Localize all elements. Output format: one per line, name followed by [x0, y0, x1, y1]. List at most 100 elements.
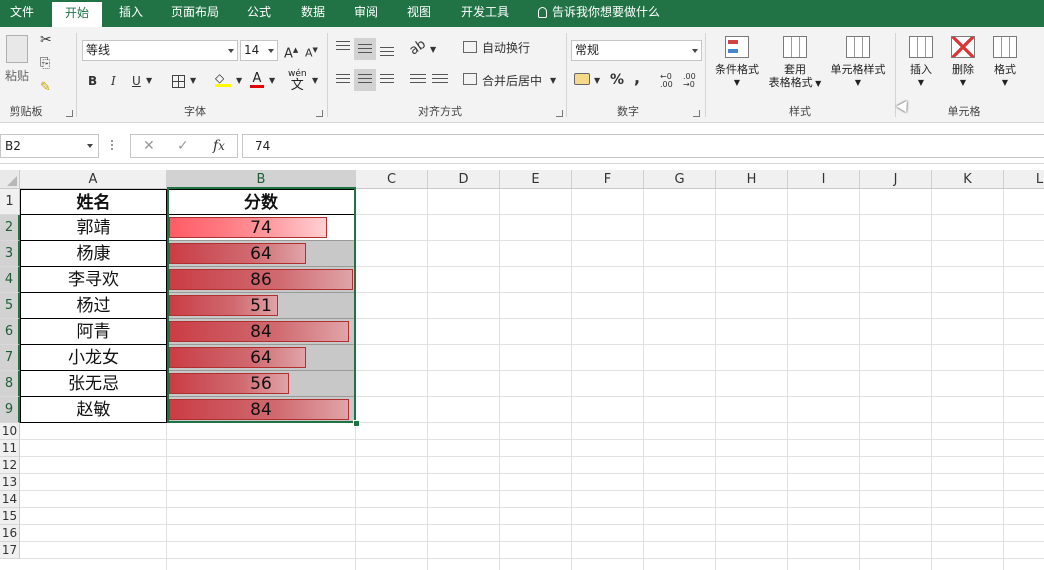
- paste-icon[interactable]: [6, 35, 28, 63]
- name-cell[interactable]: 阿青: [20, 319, 167, 345]
- row-header-8[interactable]: 8: [0, 371, 20, 397]
- font-size-select[interactable]: 14: [240, 40, 278, 61]
- name-cell[interactable]: 杨康: [20, 241, 167, 267]
- row-header-17[interactable]: 17: [0, 542, 20, 559]
- row-header-14[interactable]: 14: [0, 491, 20, 508]
- column-header-f[interactable]: F: [572, 170, 644, 189]
- tab-home[interactable]: 开始: [52, 2, 102, 27]
- name-box[interactable]: B2: [0, 134, 99, 158]
- column-header-g[interactable]: G: [644, 170, 716, 189]
- merge-center-button[interactable]: 合并后居中: [482, 72, 542, 90]
- tab-formulas[interactable]: 公式: [238, 0, 280, 27]
- align-left-icon[interactable]: [336, 74, 350, 85]
- orientation-dropdown-icon[interactable]: ▼: [430, 41, 436, 59]
- name-cell[interactable]: 小龙女: [20, 345, 167, 371]
- drag-handle-icon[interactable]: [111, 140, 113, 152]
- wrap-text-button[interactable]: 自动换行: [482, 39, 530, 57]
- align-center-icon[interactable]: [358, 74, 372, 85]
- italic-button[interactable]: I: [111, 72, 116, 90]
- fill-dropdown-icon[interactable]: ▼: [236, 72, 242, 90]
- merge-dropdown-icon[interactable]: ▼: [550, 72, 556, 90]
- copy-icon[interactable]: ⎘: [40, 55, 50, 73]
- cut-icon[interactable]: ✂: [40, 31, 52, 49]
- increase-indent-icon[interactable]: [432, 74, 448, 85]
- score-cell[interactable]: 51: [167, 293, 355, 319]
- align-top-icon[interactable]: [336, 41, 350, 51]
- insert-function-icon[interactable]: fx: [213, 138, 225, 154]
- row-header-11[interactable]: 11: [0, 440, 20, 457]
- column-header-i[interactable]: I: [788, 170, 860, 189]
- number-format-select[interactable]: 常规: [571, 40, 702, 61]
- number-launcher-icon[interactable]: [693, 110, 700, 117]
- column-header-k[interactable]: K: [932, 170, 1004, 189]
- column-header-b[interactable]: B: [167, 170, 356, 189]
- accounting-dropdown-icon[interactable]: ▼: [594, 72, 600, 90]
- tab-review[interactable]: 审阅: [344, 0, 388, 27]
- font-name-select[interactable]: 等线: [82, 40, 238, 61]
- fill-color-icon[interactable]: ◇: [215, 72, 231, 87]
- borders-icon[interactable]: [172, 75, 185, 88]
- increase-decimal-icon[interactable]: ←0.00: [660, 73, 673, 89]
- row-header-13[interactable]: 13: [0, 474, 20, 491]
- cell-styles-button[interactable]: 单元格样式 ▼: [826, 36, 890, 89]
- wrap-text-icon[interactable]: [463, 41, 477, 53]
- paste-button[interactable]: 粘贴: [5, 67, 29, 85]
- tab-data[interactable]: 数据: [291, 0, 335, 27]
- underline-button[interactable]: U: [132, 72, 141, 90]
- comma-button[interactable]: ,: [634, 69, 640, 87]
- bold-button[interactable]: B: [88, 72, 97, 90]
- row-header-12[interactable]: 12: [0, 457, 20, 474]
- format-cells-button[interactable]: 格式 ▼: [986, 36, 1024, 89]
- row-header-1[interactable]: 1: [0, 189, 20, 215]
- row-header-6[interactable]: 6: [0, 319, 20, 345]
- name-cell[interactable]: 张无忌: [20, 371, 167, 397]
- tab-developer[interactable]: 开发工具: [452, 0, 518, 27]
- align-middle-icon[interactable]: [358, 44, 372, 54]
- orientation-icon[interactable]: ab: [406, 36, 430, 60]
- column-header-a[interactable]: A: [20, 170, 167, 189]
- score-cell[interactable]: 64: [167, 241, 355, 267]
- score-cell[interactable]: 64: [167, 345, 355, 371]
- row-header-9[interactable]: 9: [0, 397, 20, 423]
- percent-button[interactable]: %: [610, 71, 624, 89]
- phonetic-dropdown-icon[interactable]: ▼: [312, 72, 318, 90]
- header-cell-name[interactable]: 姓名: [20, 189, 167, 215]
- align-right-icon[interactable]: [380, 74, 394, 85]
- header-cell-score[interactable]: 分数: [167, 189, 356, 215]
- select-all-corner[interactable]: [0, 170, 20, 189]
- enter-icon[interactable]: ✓: [177, 138, 189, 154]
- row-header-7[interactable]: 7: [0, 345, 20, 371]
- cancel-icon[interactable]: ✕: [143, 138, 155, 154]
- font-color-icon[interactable]: A: [250, 72, 264, 89]
- fill-handle[interactable]: [353, 420, 360, 427]
- accounting-icon[interactable]: [574, 73, 590, 85]
- column-header-j[interactable]: J: [860, 170, 932, 189]
- merge-center-icon[interactable]: [463, 73, 477, 85]
- column-header-h[interactable]: H: [716, 170, 788, 189]
- tab-page-layout[interactable]: 页面布局: [160, 0, 230, 27]
- score-cell[interactable]: 84: [167, 397, 355, 423]
- score-cell[interactable]: 56: [167, 371, 355, 397]
- column-header-d[interactable]: D: [428, 170, 500, 189]
- row-header-16[interactable]: 16: [0, 525, 20, 542]
- decrease-font-icon[interactable]: A▼: [305, 41, 318, 63]
- name-cell[interactable]: 赵敏: [20, 397, 167, 423]
- clipboard-launcher-icon[interactable]: [66, 110, 73, 117]
- tab-file[interactable]: 文件: [0, 0, 44, 27]
- score-cell[interactable]: 84: [167, 319, 355, 345]
- phonetic-icon[interactable]: wén 文: [288, 70, 307, 93]
- row-header-10[interactable]: 10: [0, 423, 20, 440]
- alignment-launcher-icon[interactable]: [556, 110, 563, 117]
- formula-input[interactable]: 74: [242, 134, 1044, 158]
- format-as-table-button[interactable]: 套用 表格格式 ▼: [765, 36, 825, 90]
- row-header-5[interactable]: 5: [0, 293, 20, 319]
- name-cell[interactable]: 郭靖: [20, 215, 167, 241]
- insert-cells-button[interactable]: 插入 ▼: [902, 36, 940, 89]
- format-painter-icon[interactable]: ✎: [40, 79, 51, 97]
- score-cell[interactable]: 74: [167, 215, 355, 241]
- row-header-4[interactable]: 4: [0, 267, 20, 293]
- score-cell[interactable]: 86: [167, 267, 355, 293]
- font-launcher-icon[interactable]: [316, 110, 323, 117]
- delete-cells-button[interactable]: 删除 ▼: [944, 36, 982, 89]
- name-cell[interactable]: 李寻欢: [20, 267, 167, 293]
